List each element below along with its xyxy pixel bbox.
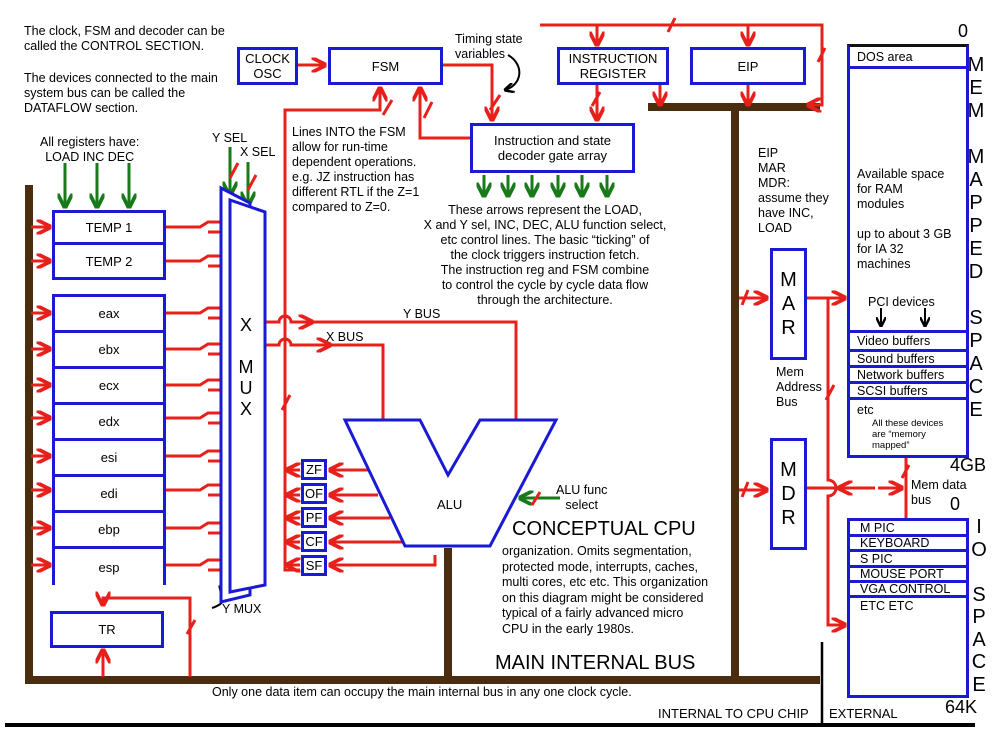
control-arrows-note: These arrows represent the LOAD, X and Y…	[423, 203, 667, 307]
flag-label: OF	[304, 486, 324, 501]
mem-dos-area[interactable]: DOS area	[850, 47, 966, 69]
mem-end-label: 4GB	[950, 455, 987, 475]
decoder-label: Instruction and state decoder gate array	[493, 133, 612, 163]
mem-mapped-space-label: M E M M A P P E D S P A C E	[967, 54, 985, 421]
clock-osc-label: CLOCK OSC	[245, 51, 290, 81]
register-label: esi	[100, 450, 118, 465]
control-section-note: The clock, FSM and decoder can be called…	[24, 24, 225, 53]
instruction-register-label: INSTRUCTION REGISTER	[568, 51, 658, 81]
register-label: ecx	[98, 378, 120, 393]
flag-label: SF	[305, 558, 323, 573]
mar-register[interactable]: M A R	[770, 248, 807, 360]
register-edi[interactable]: edi	[52, 477, 166, 513]
mem-video-buffers[interactable]: Video buffers	[850, 333, 966, 352]
mem-ram-text: Available space for RAM modules up to ab…	[857, 167, 952, 271]
register-inputs	[31, 227, 50, 565]
main-internal-bus-label: MAIN INTERNAL BUS	[495, 652, 696, 674]
eip-mar-mdr-note: EIP MAR MDR: assume they have INC, LOAD	[758, 146, 829, 235]
tr-label: TR	[98, 622, 116, 637]
instruction-register-box[interactable]: INSTRUCTION REGISTER	[557, 47, 669, 85]
register-label: ebp	[98, 522, 120, 537]
fsm-box[interactable]: FSM	[328, 47, 443, 85]
eip-box[interactable]: EIP	[690, 47, 806, 85]
flag-pf[interactable]: PF	[301, 507, 327, 528]
io-keyboard[interactable]: KEYBOARD	[850, 537, 966, 552]
tr-register[interactable]: TR	[50, 611, 164, 648]
io-mouse-port[interactable]: MOUSE PORT	[850, 568, 966, 583]
decoder-box[interactable]: Instruction and state decoder gate array	[470, 123, 635, 173]
register-eax[interactable]: eax	[52, 297, 166, 333]
register-ebp[interactable]: ebp	[52, 513, 166, 549]
internal-to-cpu-label: INTERNAL TO CPU CHIP	[658, 706, 809, 721]
register-label: esp	[98, 559, 120, 575]
io-start-label: 0	[950, 494, 961, 514]
clock-osc-box[interactable]: CLOCK OSC	[237, 47, 298, 85]
registers-have-note: All registers have: LOAD INC DEC	[40, 135, 140, 164]
io-space-label: I O S P A C E	[971, 516, 987, 696]
flag-sf[interactable]: SF	[301, 555, 327, 576]
flag-label: ZF	[306, 462, 322, 477]
register-label: edi	[100, 486, 118, 501]
y-sel-label: Y SEL	[212, 131, 248, 145]
flag-of[interactable]: OF	[301, 483, 327, 504]
conceptual-cpu-title: CONCEPTUAL CPU	[512, 518, 696, 540]
mem-address-bus-label: Mem Address Bus	[776, 365, 822, 409]
io-end-label: 64K	[945, 697, 978, 717]
x-bus-label: X BUS	[326, 330, 364, 344]
alu-func-select-label: ALU func select	[556, 483, 608, 512]
temp1-register[interactable]: TEMP 1	[52, 210, 166, 245]
dataflow-section-note: The devices connected to the main system…	[24, 71, 218, 115]
flag-label: CF	[305, 534, 323, 549]
x-sel-label: X SEL	[240, 145, 276, 159]
flag-label: PF	[305, 510, 323, 525]
x-mux-label: X M U X	[238, 315, 254, 419]
mem-sound-buffers[interactable]: Sound buffers	[850, 352, 966, 368]
alu-label: ALU	[437, 497, 463, 512]
register-ecx[interactable]: ecx	[52, 369, 166, 405]
register-edx[interactable]: edx	[52, 405, 166, 441]
mem-start-label: 0	[958, 21, 969, 41]
io-s-pic[interactable]: S PIC	[850, 552, 966, 568]
external-label: EXTERNAL	[829, 706, 898, 721]
pci-devices-label: PCI devices	[868, 295, 935, 309]
bus-note: Only one data item can occupy the main i…	[212, 685, 632, 699]
mar-label: M A R	[780, 269, 797, 339]
mem-etc: etc	[857, 403, 874, 417]
io-etc: ETC ETC	[860, 599, 914, 613]
flag-cf[interactable]: CF	[301, 531, 327, 552]
register-outputs	[166, 220, 228, 572]
mem-scsi-buffers[interactable]: SCSI buffers	[850, 384, 966, 400]
io-m-pic[interactable]: M PIC	[850, 521, 966, 537]
timing-state-note: Timing state variables	[455, 32, 523, 61]
conceptual-cpu-body: organization. Omits segmentation, protec…	[502, 544, 709, 636]
temp2-label: TEMP 2	[85, 253, 133, 269]
register-ebx[interactable]: ebx	[52, 333, 166, 369]
register-esp[interactable]: esp	[52, 549, 166, 585]
mem-network-buffers[interactable]: Network buffers	[850, 368, 966, 384]
io-vga-control[interactable]: VGA CONTROL	[850, 583, 966, 598]
mem-mapped-note: All these devices are “memory mapped”	[872, 418, 944, 451]
temp1-label: TEMP 1	[85, 220, 133, 235]
register-label: edx	[98, 414, 120, 429]
register-label: eax	[98, 306, 120, 321]
flag-zf[interactable]: ZF	[301, 459, 327, 480]
temp2-register[interactable]: TEMP 2	[52, 242, 166, 280]
fsm-label: FSM	[371, 58, 400, 74]
register-label: ebx	[98, 342, 120, 357]
fsm-lines-note: Lines INTO the FSM allow for run-time de…	[292, 125, 420, 214]
register-esi[interactable]: esi	[52, 441, 166, 477]
y-mux-label: Y MUX	[222, 602, 262, 616]
y-bus-label: Y BUS	[403, 307, 441, 321]
mdr-label: M D R	[780, 459, 797, 529]
eip-label: EIP	[737, 58, 759, 74]
mdr-register[interactable]: M D R	[770, 438, 807, 550]
